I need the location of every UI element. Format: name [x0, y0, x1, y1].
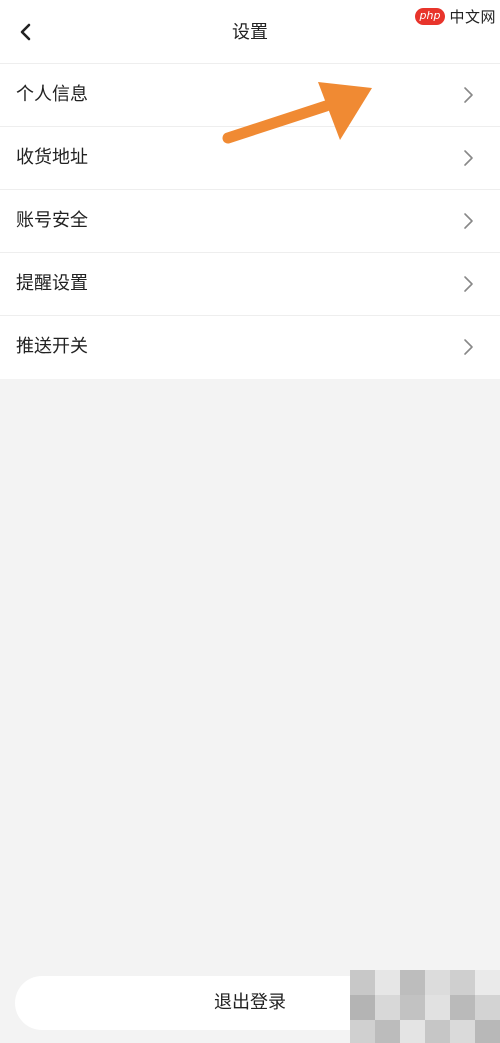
menu-item-personal-info[interactable]: 个人信息: [0, 64, 500, 127]
menu-item-label: 推送开关: [16, 336, 88, 357]
menu-item-label: 收货地址: [16, 147, 88, 168]
chevron-right-icon: [464, 213, 473, 229]
menu-item-label: 账号安全: [16, 210, 88, 231]
pixelated-overlay: [350, 970, 500, 1043]
watermark-logo: php 中文网: [414, 4, 496, 28]
menu-item-label: 个人信息: [16, 84, 88, 105]
menu-item-push-toggle[interactable]: 推送开关: [0, 316, 500, 379]
chevron-right-icon: [464, 87, 473, 103]
settings-menu: 个人信息 收货地址 账号安全 提醒设置 推送开关: [0, 64, 500, 379]
menu-item-account-security[interactable]: 账号安全: [0, 190, 500, 253]
menu-item-label: 提醒设置: [16, 273, 88, 294]
chevron-right-icon: [464, 150, 473, 166]
menu-item-shipping-address[interactable]: 收货地址: [0, 127, 500, 190]
chevron-right-icon: [464, 339, 473, 355]
watermark-text: 中文网: [449, 7, 496, 26]
menu-item-reminder-settings[interactable]: 提醒设置: [0, 253, 500, 316]
watermark-badge: php: [414, 7, 446, 25]
top-nav-bar: 设置 php 中文网: [0, 0, 500, 64]
chevron-right-icon: [464, 276, 473, 292]
